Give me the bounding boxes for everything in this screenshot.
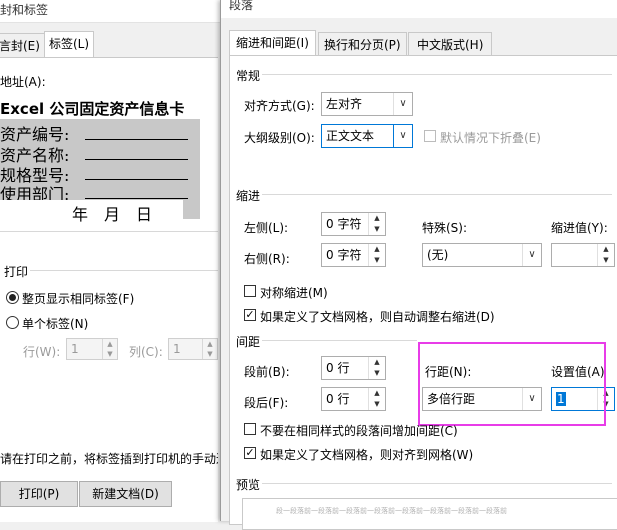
- right-indent-value: 0 字符: [326, 248, 362, 262]
- new-document-button[interactable]: 新建文档(D): [79, 481, 172, 507]
- row-spinner[interactable]: 1 ▲ ▼: [66, 338, 118, 360]
- collapse-default-label: 默认情况下折叠(E): [440, 131, 541, 145]
- row-label: 行(W):: [23, 345, 61, 359]
- labels-titlebar: 封和标签: [0, 0, 222, 23]
- snap-to-grid-checkbox[interactable]: ✓: [244, 447, 256, 459]
- space-before-spinner[interactable]: 0 行 ▲ ▼: [321, 356, 386, 380]
- auto-adjust-right-indent-label: 如果定义了文档网格，则自动调整右缩进(D): [260, 310, 495, 324]
- special-indent-label: 特殊(S):: [422, 221, 468, 235]
- chevron-down-icon: ∨: [522, 244, 541, 266]
- column-spinner-arrows[interactable]: ▲ ▼: [202, 339, 217, 359]
- column-value: 1: [173, 342, 181, 356]
- row-value: 1: [71, 342, 79, 356]
- tab-indent-spacing[interactable]: 缩进和间距(I): [229, 30, 316, 57]
- chevron-down-icon: ∨: [393, 125, 412, 147]
- address-line-date: 年 月 日: [72, 205, 153, 224]
- divider: [262, 483, 612, 484]
- column-spinner[interactable]: 1 ▲ ▼: [168, 338, 218, 360]
- outline-level-select[interactable]: 正文文本 ∨: [321, 124, 413, 148]
- labels-dialog-title: 封和标签: [0, 3, 49, 17]
- space-before-value: 0 行: [326, 361, 350, 375]
- address-line-title: Excel 公司固定资产信息卡: [0, 100, 185, 118]
- alignment-value: 左对齐: [326, 97, 363, 111]
- left-indent-spinner[interactable]: 0 字符 ▲ ▼: [321, 212, 386, 236]
- right-indent-label: 右侧(R):: [244, 252, 290, 266]
- spinner-arrows[interactable]: ▲ ▼: [368, 357, 385, 379]
- highlight-annotation: [418, 342, 606, 426]
- left-indent-label: 左侧(L):: [244, 221, 289, 235]
- paragraph-dialog-title: 段落: [229, 0, 254, 12]
- paragraph-titlebar: 段落: [221, 0, 617, 18]
- spinner-arrows[interactable]: ▲ ▼: [597, 244, 614, 266]
- preview-section-title: 预览: [236, 478, 261, 492]
- indent-value-label: 缩进值(Y):: [551, 221, 608, 235]
- outline-level-label: 大纲级别(O):: [244, 131, 315, 145]
- radio-full-page[interactable]: [6, 291, 19, 304]
- print-button[interactable]: 打印(P): [0, 481, 78, 507]
- tab-asian-typography[interactable]: 中文版式(H): [408, 32, 493, 57]
- snap-to-grid-label: 如果定义了文档网格，则对齐到网格(W): [260, 448, 474, 462]
- spinner-arrows[interactable]: ▲ ▼: [368, 244, 385, 266]
- spacing-section-title: 间距: [236, 335, 261, 349]
- outline-level-value: 正文文本: [326, 129, 375, 143]
- divider: [30, 270, 218, 271]
- right-indent-spinner[interactable]: 0 字符 ▲ ▼: [321, 243, 386, 267]
- print-section-title: 打印: [4, 265, 29, 279]
- tab-labels[interactable]: 标签(L): [44, 31, 95, 58]
- manual-feed-hint: 请在打印之前，将标签插到打印机的手动进: [0, 452, 218, 466]
- indent-value-spinner[interactable]: ▲ ▼: [551, 243, 615, 267]
- special-indent-value: (无): [427, 248, 449, 262]
- address-label: 地址(A):: [0, 75, 46, 89]
- chevron-down-icon: ∨: [393, 93, 412, 115]
- tab-line-page-breaks[interactable]: 换行和分页(P): [318, 32, 407, 57]
- no-space-same-style-checkbox[interactable]: [244, 423, 256, 435]
- underline: [85, 159, 188, 160]
- alignment-label: 对齐方式(G):: [244, 99, 315, 113]
- space-before-label: 段前(B):: [244, 365, 290, 379]
- row-spinner-arrows[interactable]: ▲ ▼: [102, 339, 117, 359]
- underline: [85, 179, 188, 180]
- tab-envelopes[interactable]: 言封(E): [0, 33, 45, 58]
- collapse-default-checkbox[interactable]: [424, 130, 436, 142]
- preview-sample-text: 段一段落前一段落前一段落前一段落前一段落前一段落前一段落前一段落前: [276, 507, 507, 515]
- mirror-indents-label: 对称缩进(M): [260, 286, 328, 300]
- radio-single-label-text: 单个标签(N): [22, 317, 89, 331]
- underline: [85, 198, 188, 199]
- divider: [262, 340, 417, 341]
- radio-single-label[interactable]: [6, 316, 19, 329]
- left-indent-value: 0 字符: [326, 217, 362, 231]
- no-space-same-style-label: 不要在相同样式的段落间增加间距(C): [260, 424, 458, 438]
- special-indent-select[interactable]: (无) ∨: [422, 243, 542, 267]
- auto-adjust-right-indent-checkbox[interactable]: ✓: [244, 309, 256, 321]
- divider: [0, 231, 218, 232]
- radio-full-page-label: 整页显示相同标签(F): [22, 292, 135, 306]
- divider: [262, 74, 612, 75]
- space-after-spinner[interactable]: 0 行 ▲ ▼: [321, 387, 386, 411]
- space-after-label: 段后(F):: [244, 396, 289, 410]
- space-after-value: 0 行: [326, 392, 350, 406]
- alignment-select[interactable]: 左对齐 ∨: [321, 92, 413, 116]
- spinner-arrows[interactable]: ▲ ▼: [368, 388, 385, 410]
- column-label: 列(C):: [129, 345, 163, 359]
- spinner-arrows[interactable]: ▲ ▼: [368, 213, 385, 235]
- close-icon[interactable]: [600, 0, 617, 17]
- mirror-indents-checkbox[interactable]: [244, 285, 256, 297]
- underline: [85, 139, 188, 140]
- general-section-title: 常规: [236, 69, 261, 83]
- divider: [262, 194, 612, 195]
- indent-section-title: 缩进: [236, 189, 261, 203]
